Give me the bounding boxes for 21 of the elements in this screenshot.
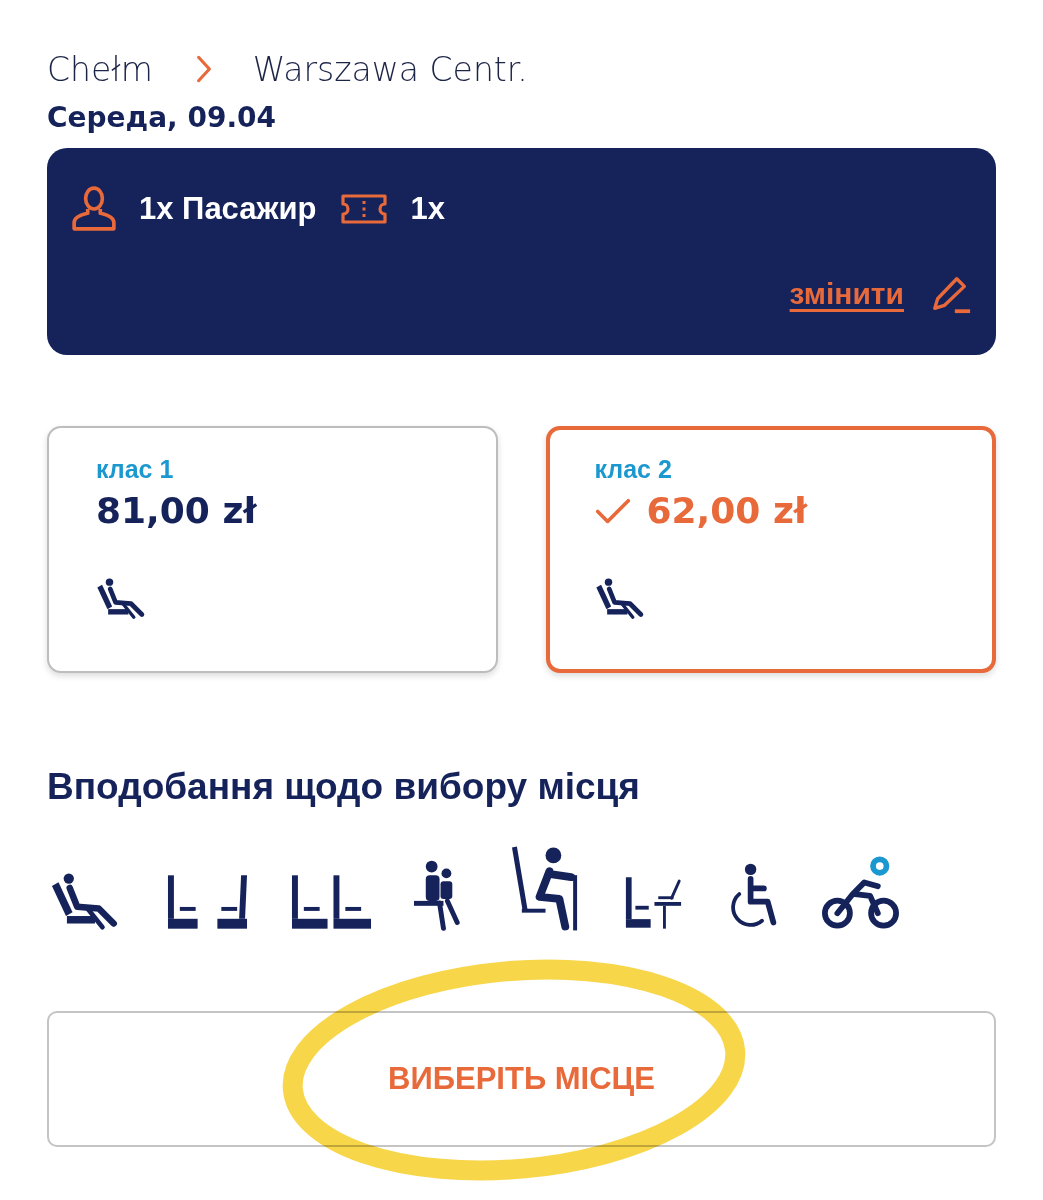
ticket-icon — [340, 193, 389, 225]
class-option-card[interactable]: клас 1 81,00 zł — [47, 426, 498, 673]
section-heading: Вподобання щодо вибору місця — [47, 765, 641, 809]
two-seats-icon[interactable] — [290, 873, 373, 931]
travel-date: Середа, 09.04 — [47, 100, 278, 136]
change-link[interactable]: змінити — [789, 277, 904, 311]
ticket-count: 1x — [410, 191, 445, 227]
class-label: клас 2 — [594, 454, 673, 484]
chevron-right-icon — [194, 54, 213, 84]
class-option-card[interactable]: клас 2 62,00 zł — [545, 426, 996, 673]
class-label: клас 1 — [96, 454, 175, 484]
bicycle-icon[interactable] — [822, 855, 899, 931]
origin-station: Chełm — [47, 49, 153, 89]
facing-seats-icon[interactable] — [166, 873, 249, 931]
class-price: 81,00 zł — [96, 489, 257, 533]
choose-seat-button[interactable]: ВИБЕРІТЬ МІСЦЕ — [47, 1011, 996, 1147]
destination-station: Warszawa Centr. — [252, 49, 528, 89]
person-icon — [71, 186, 117, 232]
class-price: 62,00 zł — [646, 489, 808, 533]
passenger-count: 1x Пасажир — [139, 191, 317, 227]
checkmark-icon — [594, 497, 631, 525]
